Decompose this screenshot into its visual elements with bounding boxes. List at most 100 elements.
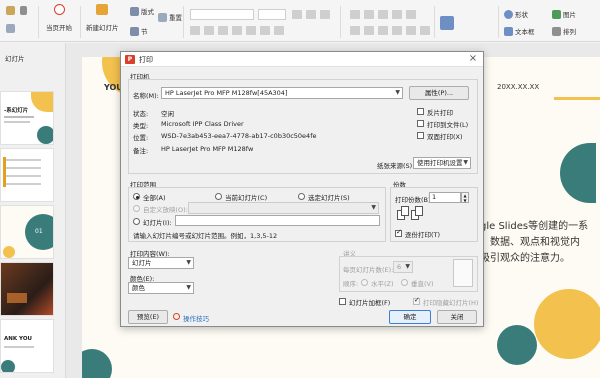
ok-button[interactable]: 确定 [389, 310, 431, 324]
order-horizontal-radio[interactable] [361, 279, 368, 286]
slide-body-line-2: 、数据、观点和视觉内 [480, 237, 580, 248]
chevron-down-icon: ▼ [395, 89, 400, 96]
status-value: 空闲 [161, 110, 174, 118]
shrink-font-button[interactable] [306, 10, 316, 19]
copies-spinner[interactable]: ▲ ▼ [461, 192, 469, 203]
tips-link[interactable]: 操作技巧 [183, 313, 209, 323]
clear-format-button[interactable] [320, 10, 330, 19]
font-name-combo[interactable] [190, 9, 254, 20]
section-button[interactable]: 节 [130, 26, 148, 36]
slide-thumbnail-2[interactable] [0, 148, 54, 202]
slide-thumbnail-5[interactable]: ANK YOU [0, 319, 54, 373]
paper-source-select[interactable]: 使用打印机设置 ▼ [413, 157, 471, 169]
shape-label: 形状 [515, 11, 528, 19]
strike-button[interactable] [232, 26, 242, 35]
new-slide-icon [96, 4, 109, 15]
color-value: 颜色 [132, 284, 145, 292]
increase-indent-button[interactable] [392, 10, 402, 19]
reverse-print-checkbox[interactable] [417, 108, 424, 115]
chevron-down-icon: ▼ [186, 259, 191, 266]
shape-button[interactable]: 形状 [504, 9, 528, 19]
printer-name-select[interactable]: HP LaserJet Pro MFP M128fw[45A304] ▼ [161, 87, 403, 99]
reverse-print-label: 反片打印 [427, 109, 453, 117]
layout-icon [130, 6, 139, 16]
print-content-value: 幻灯片 [132, 259, 152, 267]
app-logo-icon: P [125, 55, 135, 64]
ribbon-copy-icon[interactable] [6, 24, 15, 33]
collate-checkbox[interactable] [395, 228, 402, 237]
slide-body-line-1: gle Slides等创建的一系 [480, 221, 589, 232]
duplex-checkbox[interactable] [417, 132, 424, 139]
layout-label: 版式 [141, 8, 154, 16]
play-label: 当页开始 [46, 24, 72, 32]
properties-button[interactable]: 属性(P)... [409, 86, 469, 100]
reset-button[interactable]: 重置 [158, 12, 182, 22]
subscript-button[interactable] [260, 26, 270, 35]
print-hidden-checkbox[interactable] [413, 296, 420, 305]
custom-show-select[interactable]: ▼ [188, 202, 379, 214]
decrease-indent-button[interactable] [378, 10, 388, 19]
section-icon [130, 26, 139, 36]
chevron-down-icon: ▼ [463, 159, 468, 166]
slide-thumbnail-3[interactable]: 01 [0, 205, 54, 259]
dialog-title: 打印 [139, 56, 153, 64]
distributed-button[interactable] [406, 26, 416, 35]
chevron-down-icon: ▼ [186, 284, 191, 291]
range-selected-radio[interactable] [298, 193, 305, 200]
per-page-select[interactable]: 6 ▼ [393, 261, 413, 273]
new-slide-button[interactable]: 新建幻灯片 [86, 4, 119, 32]
bold-button[interactable] [190, 26, 200, 35]
print-to-file-checkbox[interactable] [417, 120, 424, 127]
bullets-button[interactable] [350, 10, 360, 19]
font-size-combo[interactable] [258, 9, 286, 20]
arrange-button[interactable]: 排列 [552, 26, 576, 36]
section-label: 节 [141, 28, 148, 36]
layout-button[interactable]: 版式 [130, 6, 154, 16]
justify-button[interactable] [392, 26, 402, 35]
superscript-button[interactable] [246, 26, 256, 35]
per-page-value: 6 [397, 263, 402, 271]
slides-range-input[interactable] [175, 215, 380, 226]
line-spacing-button[interactable] [406, 10, 416, 19]
ribbon-cut-icon[interactable] [20, 6, 27, 15]
align-center-button[interactable] [364, 26, 374, 35]
preview-button[interactable]: 预览(E) [128, 310, 168, 324]
picture-label: 图片 [563, 11, 576, 19]
color-select[interactable]: 颜色 ▼ [128, 282, 194, 294]
order-horizontal-label: 水平(Z) [371, 280, 394, 288]
comment-value: HP LaserJet Pro MFP M128fw [161, 145, 254, 153]
range-current-radio[interactable] [215, 193, 222, 200]
range-slides-radio[interactable] [133, 218, 140, 225]
align-left-button[interactable] [350, 26, 360, 35]
font-color-button[interactable] [274, 26, 284, 35]
text-direction-button[interactable] [420, 26, 430, 35]
range-hint: 请输入幻灯片编号或幻灯片范围。例如，1,3,5-12 [133, 232, 278, 240]
textbox-button[interactable]: 文本框 [504, 26, 535, 36]
picture-button[interactable]: 图片 [552, 9, 576, 19]
slide-thumbnail-4[interactable] [0, 262, 54, 316]
close-button[interactable]: 关闭 [437, 310, 477, 324]
location-value: WSD-7e3ab453-eea7-4778-ab17-c0b30c50e4fe [161, 132, 317, 140]
reset-label: 重置 [169, 14, 182, 22]
comment-label: 备注: [133, 147, 149, 155]
text-effects-icon[interactable] [440, 16, 454, 30]
ribbon-paste-icon[interactable] [6, 6, 15, 15]
numbering-button[interactable] [364, 10, 374, 19]
slide-thumbnail-1[interactable]: -系幻灯片 [0, 91, 54, 145]
order-vertical-radio[interactable] [401, 279, 408, 286]
range-all-radio[interactable] [133, 193, 140, 200]
print-content-select[interactable]: 幻灯片 ▼ [128, 257, 194, 269]
play-from-current-button[interactable]: 当页开始 [46, 4, 72, 32]
align-right-button[interactable] [378, 26, 388, 35]
printer-name-label: 名称(M): [133, 92, 159, 100]
underline-button[interactable] [218, 26, 228, 35]
print-dialog: P 打印 × 打印机 名称(M): HP LaserJet Pro MFP M1… [120, 51, 484, 327]
range-custom-show-radio[interactable] [133, 205, 140, 212]
print-to-file-label: 打印到文件(L) [427, 121, 469, 129]
frame-slides-checkbox[interactable] [339, 298, 346, 305]
italic-button[interactable] [204, 26, 214, 35]
copies-input[interactable]: 1 [429, 192, 461, 203]
close-icon[interactable]: × [467, 53, 479, 65]
type-value: Microsoft IPP Class Driver [161, 120, 244, 128]
grow-font-button[interactable] [292, 10, 302, 19]
